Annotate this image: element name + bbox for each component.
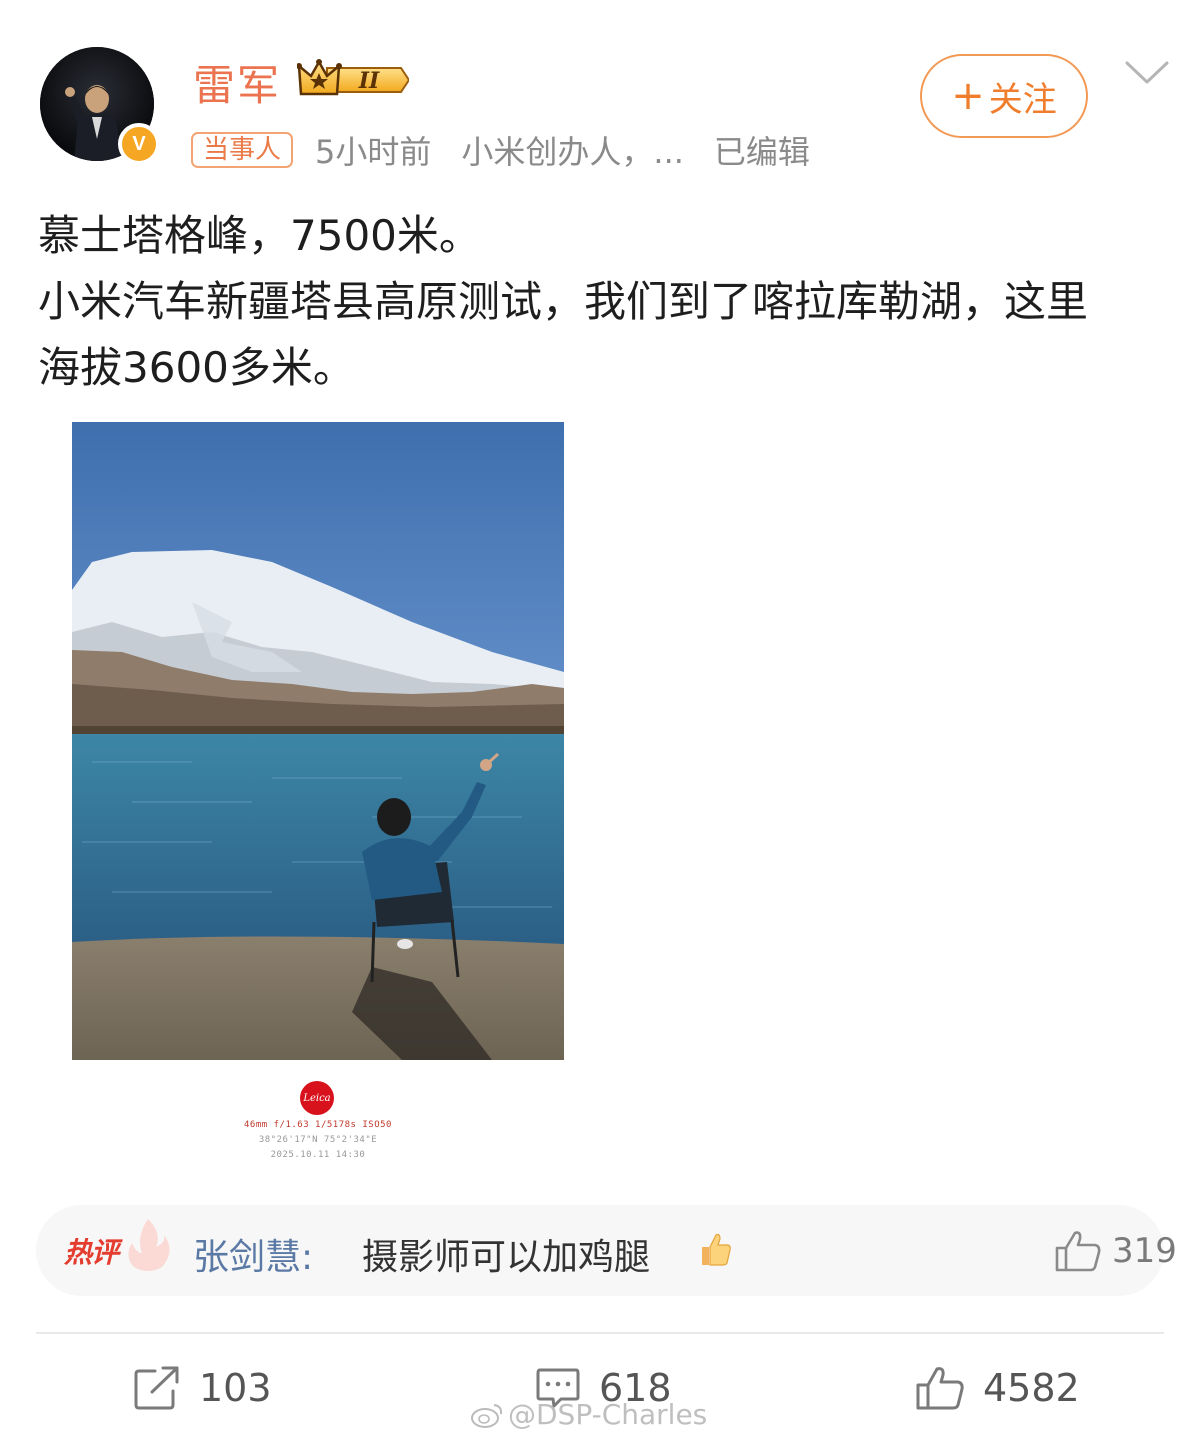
thumbs-up-icon — [916, 1367, 964, 1410]
photo-exif-datetime: 2025.10.11 14:30 — [270, 1150, 366, 1160]
photo-exif-location: 38°26'17"N 75°2'34"E — [258, 1135, 378, 1145]
vip-crown-badge-icon[interactable]: II — [297, 58, 409, 102]
comment-like-button[interactable]: 319 — [1054, 1229, 1177, 1273]
leica-logo-icon: Leica — [300, 1081, 334, 1115]
party-tag: 当事人 — [191, 132, 294, 168]
follow-button[interactable]: + 关注 — [920, 54, 1088, 138]
repost-count: 103 — [199, 1366, 272, 1410]
post-time: 5小时前 — [315, 133, 432, 171]
post-line: 慕士塔格峰，7500米。 — [38, 211, 481, 260]
like-button[interactable]: 4582 — [915, 1362, 1080, 1414]
share-icon — [134, 1366, 179, 1410]
thumbs-up-emoji-icon — [702, 1233, 731, 1266]
like-count: 4582 — [983, 1366, 1080, 1410]
author-bio: 小米创办人，... — [461, 133, 684, 171]
plus-icon: + — [951, 73, 985, 119]
edited-label[interactable]: 已编辑 — [714, 127, 810, 173]
divider — [36, 1332, 1164, 1334]
post-text: 慕士塔格峰，7500米。 小米汽车新疆塔县高原测试，我们到了喀拉库勒湖，这里 海… — [38, 203, 1168, 401]
chevron-down-icon[interactable] — [1124, 58, 1170, 88]
flame-icon — [128, 1219, 170, 1271]
watermark-text: @DSP-Charles — [508, 1398, 708, 1431]
comment-author[interactable]: 张剑慧: — [193, 1228, 313, 1280]
avatar[interactable]: V — [40, 47, 160, 165]
verified-badge-icon: V — [118, 123, 160, 165]
repost-button[interactable]: 103 — [133, 1362, 272, 1414]
post-meta: 当事人 5小时前 小米创办人，... 已编辑 — [191, 131, 840, 171]
post-line: 小米汽车新疆塔县高原测试，我们到了喀拉库勒湖，这里 — [38, 277, 1089, 326]
weibo-logo-icon — [471, 1403, 503, 1428]
comment-like-count: 319 — [1112, 1231, 1177, 1271]
post-photo-card[interactable]: Leica 46mm f/1.63 1/5178s ISO50 38°26'17… — [72, 422, 564, 1167]
vip-level-text: II — [358, 68, 380, 94]
hot-comment[interactable]: 热评 张剑慧: 摄影师可以加鸡腿 319 — [36, 1205, 1177, 1296]
hot-comment-label: 热评 — [64, 1236, 119, 1269]
username[interactable]: 雷军 — [193, 52, 281, 113]
thumbs-up-icon — [1055, 1231, 1101, 1272]
photo-exif-settings: 46mm f/1.63 1/5178s ISO50 — [244, 1120, 392, 1130]
follow-label: 关注 — [988, 79, 1057, 120]
comment-text: 摄影师可以加鸡腿 — [362, 1237, 651, 1278]
watermark: @DSP-Charles — [470, 1398, 707, 1431]
post-photo[interactable] — [72, 422, 564, 1060]
post-line: 海拔3600多米。 — [38, 343, 355, 392]
